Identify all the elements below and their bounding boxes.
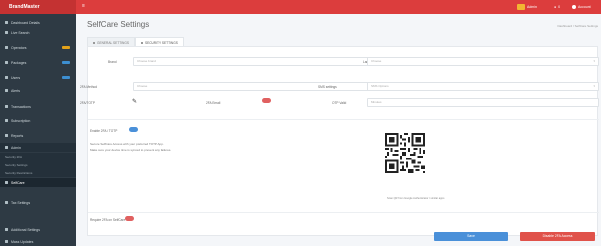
sidebar-item-transactions[interactable]: Transactions	[0, 102, 76, 111]
disable-2fa-button[interactable]: Disable 2FA Access	[520, 232, 595, 241]
sidebar: Dashboard Details Live Search Operators …	[0, 14, 76, 246]
brand-select[interactable]: Choose brand▾	[133, 57, 383, 66]
avatar	[572, 5, 576, 9]
2fa-method-select[interactable]: Choose▾	[133, 82, 383, 91]
sidebar-item-packages[interactable]: Packages	[0, 58, 76, 67]
tax-icon	[5, 201, 8, 204]
sidebar-item-mass-updates[interactable]: Mass Updates	[0, 237, 76, 246]
transactions-icon	[5, 105, 8, 108]
top-bar: BrandMaster ≡ Admin ● 0 Account	[0, 0, 601, 14]
chart-icon	[5, 134, 8, 137]
search-icon	[5, 31, 8, 34]
security-settings-card: Brand Choose brand▾ Language Choose▾ 2FA…	[80, 46, 599, 236]
otp-valid-label: OTP Valid	[332, 101, 347, 105]
require-2fa-toggle[interactable]	[125, 216, 134, 221]
language-select[interactable]: Choose ▾	[367, 57, 599, 66]
account-label: Account	[578, 5, 591, 9]
flag-icon	[517, 4, 525, 10]
enable-totp-label: Enable 2FA / TOTP	[90, 129, 118, 133]
user-name: Admin	[527, 5, 537, 9]
sms-settings-label: SMS settings	[318, 85, 337, 89]
sidebar-item-reports[interactable]: Reports	[0, 131, 76, 140]
sidebar-item-selfcare[interactable]: SelfCare	[0, 178, 76, 187]
2fa-method-label: 2FA Method	[80, 85, 98, 89]
sidebar-item-operators[interactable]: Operators	[0, 43, 76, 52]
lock-icon	[140, 41, 143, 44]
settings-icon	[93, 41, 95, 44]
packages-badge	[62, 61, 70, 64]
subscription-icon	[5, 119, 8, 122]
wrench-icon	[5, 146, 8, 149]
operators-badge	[62, 46, 70, 49]
dashboard-icon	[5, 21, 8, 24]
package-icon	[5, 61, 8, 64]
otp-valid-input[interactable]: Minutes	[367, 98, 599, 107]
require-2fa-label: Require 2FA on SelfCare	[90, 218, 126, 222]
save-button[interactable]: Save	[434, 232, 508, 241]
qr-caption: Scan QR from Google Authenticator / simi…	[387, 197, 445, 200]
brand-label: Brand	[108, 60, 117, 64]
qr-code-icon	[385, 133, 425, 173]
users-icon	[5, 46, 8, 49]
sidebar-item-tax-settings[interactable]: Tax Settings	[0, 198, 76, 207]
divider	[88, 212, 599, 213]
notification-count: 0	[558, 5, 561, 9]
brand-logo[interactable]: BrandMaster	[0, 0, 76, 14]
sidebar-subitem-security-restrictions[interactable]: Security Restrictions	[0, 169, 76, 177]
users-badge	[62, 76, 70, 79]
sidebar-item-admin[interactable]: Admin	[0, 143, 76, 152]
breadcrumb[interactable]: Dashboard / SelfCare Settings	[557, 24, 598, 28]
chevron-down-icon: ▾	[593, 59, 595, 63]
notifications[interactable]: ● 0	[554, 3, 560, 11]
user-icon	[5, 76, 8, 79]
sidebar-item-dashboard[interactable]: Dashboard Details	[0, 18, 76, 27]
sidebar-subitem-security-settings[interactable]: Security Settings	[0, 161, 76, 169]
sidebar-item-additional-settings[interactable]: Additional Settings	[0, 225, 76, 234]
enable-totp-toggle[interactable]	[129, 127, 138, 132]
bell-icon: ●	[554, 5, 557, 9]
sidebar-item-subscription[interactable]: Subscription	[0, 116, 76, 125]
page-title: SelfCare Settings	[87, 20, 150, 29]
email-2fa-toggle[interactable]	[262, 98, 271, 103]
menu-toggle-icon[interactable]: ≡	[82, 4, 87, 9]
sms-settings-select[interactable]: SMS Options ▾	[367, 82, 599, 91]
totp-label: 2FA/TOTP	[80, 101, 95, 105]
sidebar-subitem-security-2fa[interactable]: Security 2FA	[0, 153, 76, 161]
email-2fa-label: 2FA Email	[206, 101, 221, 105]
selfcare-icon	[5, 181, 8, 184]
account-menu[interactable]: Account	[572, 3, 591, 11]
totp-instructions-2: Make sure your device time is synced to …	[90, 148, 172, 152]
bell-icon	[5, 89, 8, 92]
totp-instructions: Secure SelfCare Access with your preferr…	[90, 142, 164, 146]
update-icon	[5, 240, 8, 243]
sidebar-item-users[interactable]: Users	[0, 73, 76, 82]
pen-icon[interactable]: ✎	[132, 98, 137, 105]
user-menu[interactable]: Admin	[517, 3, 537, 11]
sidebar-item-live-search[interactable]: Live Search	[0, 28, 76, 37]
settings-icon	[5, 228, 8, 231]
divider	[88, 119, 599, 120]
sidebar-item-alerts[interactable]: Alerts	[0, 86, 76, 95]
chevron-down-icon: ▾	[593, 84, 595, 88]
